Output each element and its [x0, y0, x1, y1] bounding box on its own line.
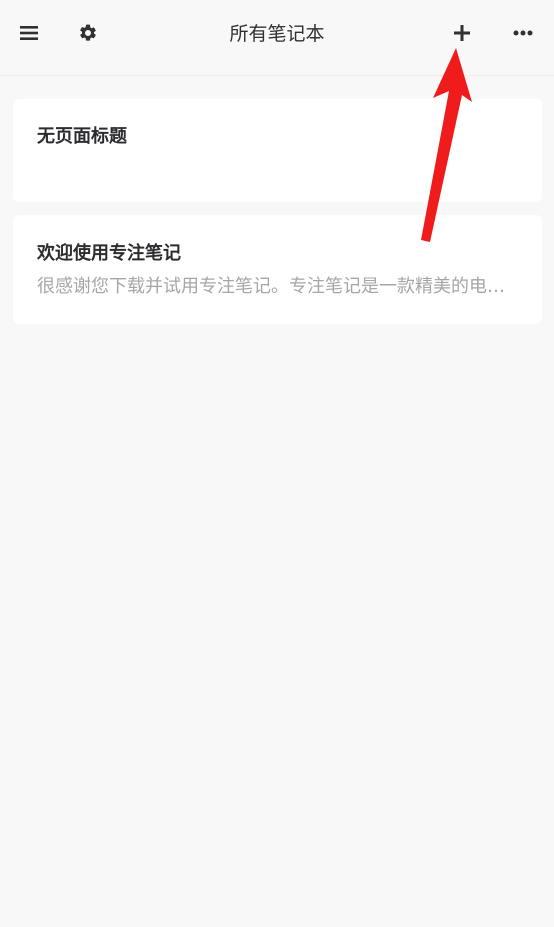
top-app-bar: 所有笔记本 [0, 0, 554, 76]
more-icon [513, 30, 533, 36]
menu-icon [20, 26, 38, 40]
notes-list: 无页面标题 欢迎使用专注笔记 很感谢您下载并试用专注笔记。专注笔记是一款精美的电… [13, 99, 542, 324]
page-title: 所有笔记本 [229, 23, 325, 45]
note-title: 无页面标题 [37, 126, 127, 147]
menu-button[interactable] [9, 13, 49, 53]
add-note-button[interactable] [442, 13, 482, 53]
note-card[interactable]: 欢迎使用专注笔记 很感谢您下载并试用专注笔记。专注笔记是一款精美的电子笔记应用 [13, 215, 542, 324]
note-card[interactable]: 无页面标题 [13, 99, 542, 202]
notes-screen: 所有笔记本 无页面标题 欢迎使用专注笔记 很感谢您下载并试用专注笔记。专注笔记是… [0, 0, 554, 927]
note-title: 欢迎使用专注笔记 [37, 243, 181, 264]
plus-icon [454, 25, 470, 41]
gear-icon [80, 24, 96, 41]
more-options-button[interactable] [503, 13, 543, 53]
note-preview: 很感谢您下载并试用专注笔记。专注笔记是一款精美的电子笔记应用 [37, 276, 518, 297]
settings-button[interactable] [68, 13, 108, 53]
